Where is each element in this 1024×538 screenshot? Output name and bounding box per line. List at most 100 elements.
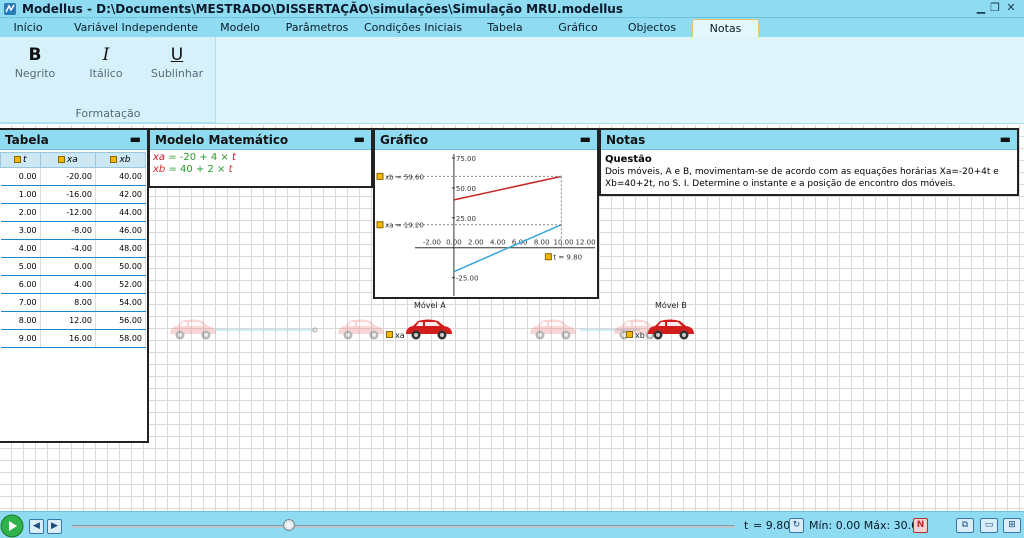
car-b-icon[interactable]: [648, 319, 694, 340]
table-cell[interactable]: -8.00: [40, 221, 96, 240]
play-button[interactable]: [0, 514, 24, 538]
ribbon-tabs: Início Variável Independente Modelo Parâ…: [0, 18, 1024, 38]
tab-grafico[interactable]: Gráfico: [552, 19, 604, 38]
table-row[interactable]: 6.00 4.00 52.00: [0, 275, 147, 294]
layout-window-icon[interactable]: ▭: [980, 518, 998, 533]
replay-button[interactable]: ↻: [789, 518, 804, 533]
grafico-title-bar[interactable]: Gráfico ▬: [375, 130, 597, 150]
y-tick-label: 75.00: [456, 155, 476, 163]
notas-title: Notas: [606, 133, 646, 147]
tab-tabela[interactable]: Tabela: [480, 19, 530, 38]
table-cell[interactable]: 54.00: [95, 293, 147, 312]
close-button[interactable]: ✕: [1004, 1, 1018, 15]
notes-text-area[interactable]: Questão Dois móveis, A e B, movimentam-s…: [605, 154, 1013, 190]
italic-button[interactable]: I Itálico: [76, 43, 136, 80]
tab-objectos[interactable]: Objectos: [624, 19, 680, 38]
table-cell[interactable]: 48.00: [95, 239, 147, 258]
xb-value-label: xb = 59.60: [385, 173, 424, 181]
column-header-xb[interactable]: xb: [94, 152, 147, 168]
step-back-button[interactable]: ◀: [29, 519, 44, 534]
bold-label: Negrito: [14, 67, 56, 80]
table-cell[interactable]: 16.00: [40, 329, 96, 348]
tab-inicio[interactable]: Início: [8, 19, 48, 38]
table-cell[interactable]: 2.00: [0, 203, 41, 222]
layout-tile-icon[interactable]: ⊞: [1003, 518, 1021, 533]
minimize-icon[interactable]: ▬: [1000, 130, 1011, 148]
table-cell[interactable]: 7.00: [0, 293, 41, 312]
table-row[interactable]: 9.00 16.00 58.00: [0, 329, 147, 348]
car-ghost: [170, 319, 216, 340]
table-cell[interactable]: 4.00: [0, 239, 41, 258]
table-cell[interactable]: 1.00: [0, 185, 41, 204]
table-cell[interactable]: -16.00: [40, 185, 96, 204]
layout-cascade-icon[interactable]: ⧉: [956, 518, 974, 533]
table-row[interactable]: 0.00 -20.00 40.00: [0, 167, 147, 186]
table-cell[interactable]: 44.00: [95, 203, 147, 222]
notes-body: Dois móveis, A e B, movimentam-se de aco…: [605, 167, 999, 189]
workspace-grid[interactable]: Tabela ▬ t xa xb 0.00 -20.00 40.00 1.00 -16.…: [0, 125, 1024, 511]
tab-parametros[interactable]: Parâmetros: [282, 19, 352, 38]
table-cell[interactable]: 12.00: [40, 311, 96, 330]
equation-xb[interactable]: xb = 40 + 2 × t: [153, 164, 232, 175]
table-cell[interactable]: -20.00: [40, 167, 96, 186]
table-row[interactable]: 5.00 0.00 50.00: [0, 257, 147, 276]
table-cell[interactable]: 56.00: [95, 311, 147, 330]
table-cell[interactable]: 9.00: [0, 329, 41, 348]
tab-modelo[interactable]: Modelo: [214, 19, 266, 38]
step-forward-button[interactable]: ▶: [47, 519, 62, 534]
equation-xa[interactable]: xa = -20 + 4 × t: [153, 152, 236, 163]
bold-button[interactable]: B Negrito: [5, 43, 65, 80]
restore-button[interactable]: ❐: [988, 1, 1002, 15]
graph-area[interactable]: -2.000.002.004.006.008.0010.0012.0075.00…: [375, 152, 597, 297]
tab-condicoes-iniciais[interactable]: Condições Iniciais: [364, 19, 462, 38]
table-cell[interactable]: 0.00: [40, 257, 96, 276]
table-cell[interactable]: 58.00: [95, 329, 147, 348]
table-cell[interactable]: 4.00: [40, 275, 96, 294]
x-tick-label: 10.00: [554, 239, 574, 247]
t-marker-icon: [544, 253, 552, 261]
modelo-title-bar[interactable]: Modelo Matemático ▬: [150, 130, 371, 150]
minimize-button[interactable]: ▁: [974, 1, 988, 15]
tab-notas[interactable]: Notas: [692, 19, 759, 38]
y-tick-label: 50.00: [456, 185, 476, 193]
table-cell[interactable]: 42.00: [95, 185, 147, 204]
tab-variavel-independente[interactable]: Variável Independente: [74, 19, 198, 38]
minimize-icon[interactable]: ▬: [130, 130, 141, 148]
reset-button[interactable]: N: [913, 518, 928, 533]
notas-title-bar[interactable]: Notas ▬: [601, 130, 1017, 150]
minimize-icon[interactable]: ▬: [354, 130, 365, 148]
xa-value-label: xa = 19.20: [385, 222, 424, 230]
time-slider-thumb[interactable]: [282, 519, 295, 531]
car-ghost: [338, 319, 384, 340]
table-row[interactable]: 3.00 -8.00 46.00: [0, 221, 147, 240]
time-slider-track[interactable]: [72, 525, 735, 528]
table-row[interactable]: 4.00 -4.00 48.00: [0, 239, 147, 258]
table-cell[interactable]: 6.00: [0, 275, 41, 294]
table-cell[interactable]: -12.00: [40, 203, 96, 222]
table-cell[interactable]: 8.00: [40, 293, 96, 312]
table-cell[interactable]: 40.00: [95, 167, 147, 186]
tabela-title-bar[interactable]: Tabela ▬: [0, 130, 147, 150]
table-cell[interactable]: 3.00: [0, 221, 41, 240]
table-cell[interactable]: 50.00: [95, 257, 147, 276]
formatacao-group: B Negrito I Itálico U Sublinhar Formataç…: [0, 37, 216, 123]
table-cell[interactable]: 0.00: [0, 167, 41, 186]
underline-button[interactable]: U Sublinhar: [147, 43, 207, 80]
minimize-icon[interactable]: ▬: [580, 130, 591, 148]
table-row[interactable]: 2.00 -12.00 44.00: [0, 203, 147, 222]
table-body: 0.00 -20.00 40.00 1.00 -16.00 42.00 2.00 -12.00…: [0, 167, 147, 348]
column-header-t[interactable]: t: [0, 152, 41, 168]
column-header-xa[interactable]: xa: [39, 152, 96, 168]
xa-marker-icon[interactable]: [386, 331, 393, 338]
table-cell[interactable]: 46.00: [95, 221, 147, 240]
table-row[interactable]: 8.00 12.00 56.00: [0, 311, 147, 330]
table-cell[interactable]: 8.00: [0, 311, 41, 330]
table-cell[interactable]: 52.00: [95, 275, 147, 294]
car-a-icon[interactable]: [406, 319, 452, 340]
table-row[interactable]: 7.00 8.00 54.00: [0, 293, 147, 312]
table-cell[interactable]: -4.00: [40, 239, 96, 258]
xb-marker-icon[interactable]: [626, 331, 633, 338]
x-tick-label: 4.00: [490, 239, 506, 247]
table-cell[interactable]: 5.00: [0, 257, 41, 276]
table-row[interactable]: 1.00 -16.00 42.00: [0, 185, 147, 204]
